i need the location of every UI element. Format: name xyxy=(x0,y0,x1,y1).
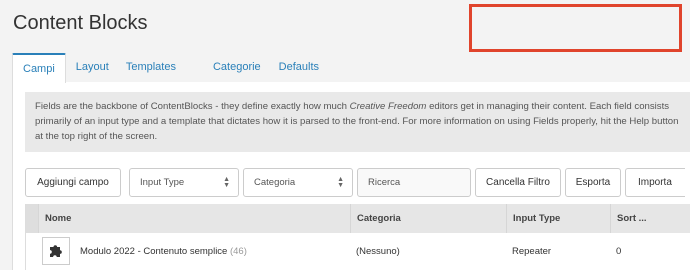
highlight-box xyxy=(469,4,682,52)
add-field-button[interactable]: Aggiungi campo xyxy=(25,168,121,197)
main-panel: Fields are the backbone of ContentBlocks… xyxy=(12,82,690,270)
intro-emphasis: Creative Freedom xyxy=(349,101,427,112)
table-row[interactable]: Modulo 2022 - Contenuto semplice (46) (N… xyxy=(26,233,690,270)
column-header-category[interactable]: Categoria xyxy=(350,204,506,233)
cell-category: (Nessuno) xyxy=(356,246,400,257)
export-button[interactable]: Esporta xyxy=(565,168,621,197)
tab-categorie[interactable]: Categorie xyxy=(213,53,261,83)
field-name-text: Modulo 2022 - Contenuto semplice xyxy=(80,246,228,257)
tab-defaults[interactable]: Defaults xyxy=(279,53,319,83)
cell-input-type: Repeater xyxy=(512,246,552,257)
puzzle-icon xyxy=(42,237,70,265)
intro-description: Fields are the backbone of ContentBlocks… xyxy=(25,92,690,152)
search-input[interactable]: Ricerca xyxy=(357,168,471,197)
fields-table: Nome Categoria Input Type Sort ... Modul… xyxy=(25,204,690,270)
column-header-input-type[interactable]: Input Type xyxy=(506,204,610,233)
select-arrows-icon: ▲ ▼ xyxy=(337,176,344,189)
select-arrows-icon: ▲ ▼ xyxy=(223,176,230,189)
search-placeholder: Ricerca xyxy=(368,177,401,188)
tab-bar: Campi Layout Templates Categorie Default… xyxy=(12,53,319,83)
tab-templates[interactable]: Templates xyxy=(126,53,176,83)
category-select-value: Categoria xyxy=(254,177,296,188)
tab-layout[interactable]: Layout xyxy=(76,53,109,83)
import-button[interactable]: Importa xyxy=(625,168,685,197)
input-type-select-value: Input Type xyxy=(140,177,185,188)
column-header-sort[interactable]: Sort ... xyxy=(610,204,690,233)
header-spacer xyxy=(26,204,38,233)
tab-campi[interactable]: Campi xyxy=(12,53,66,83)
clear-filter-button[interactable]: Cancella Filtro xyxy=(475,168,561,197)
field-name: Modulo 2022 - Contenuto semplice (46) xyxy=(80,233,247,270)
category-select[interactable]: Categoria ▲ ▼ xyxy=(243,168,353,197)
page-title: Content Blocks xyxy=(13,12,148,34)
column-header-name[interactable]: Nome xyxy=(38,204,350,233)
cell-name: Modulo 2022 - Contenuto semplice (46) xyxy=(38,233,350,270)
field-id: (46) xyxy=(229,246,247,257)
table-header: Nome Categoria Input Type Sort ... xyxy=(26,204,690,233)
cell-sort: 0 xyxy=(616,246,622,257)
intro-text-start: Fields are the backbone of ContentBlocks… xyxy=(35,101,350,112)
input-type-select[interactable]: Input Type ▲ ▼ xyxy=(129,168,239,197)
